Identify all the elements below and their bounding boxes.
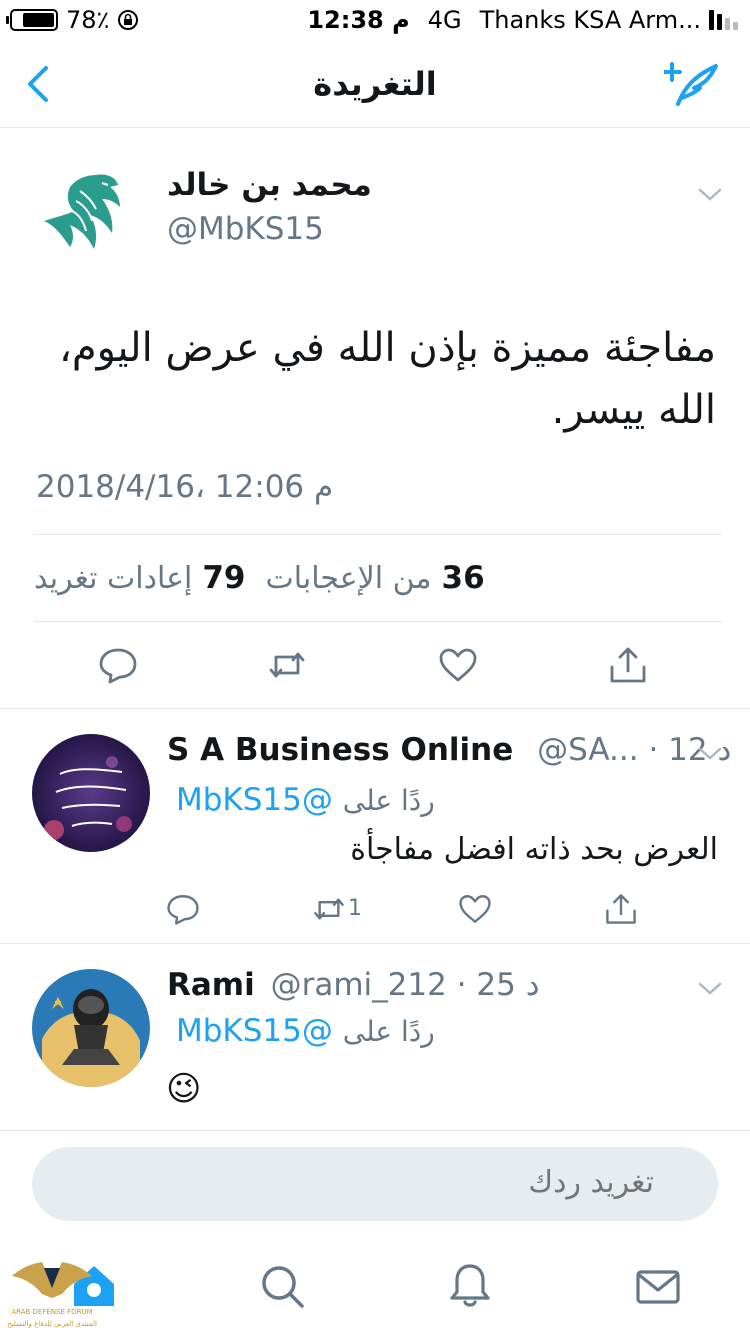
separator-dot: · [648, 732, 669, 768]
reply-header: Rami @rami_212 · 25 د [167, 967, 540, 1003]
retweets-label[interactable]: إعادات تغريد [34, 561, 192, 596]
compose-tweet-icon[interactable] [664, 58, 722, 108]
watermark-line2: المنتدى العربي للدفاع والتسليح [7, 1320, 97, 1328]
reply-text: 😉 [166, 1069, 202, 1109]
likes-count[interactable]: 36 [442, 560, 485, 596]
replying-to-mention[interactable]: @MbKS15 [176, 782, 333, 818]
messages-icon[interactable] [634, 1262, 682, 1310]
replying-to: ردًا على @MbKS15 [176, 1013, 435, 1049]
share-icon[interactable] [604, 892, 638, 926]
tweet-timestamp: 2018/4/16، 12:06 م [36, 469, 334, 505]
network-type: 4G [427, 6, 462, 34]
calligraphy-avatar-image [32, 734, 150, 852]
replying-to-label: ردًا على [342, 784, 435, 817]
signal-icon [709, 10, 738, 30]
clock: 12:38 م [307, 6, 410, 34]
reply-author-handle[interactable]: @SA... [537, 732, 638, 768]
chevron-down-icon[interactable] [697, 746, 723, 762]
replying-to-mention[interactable]: @MbKS15 [176, 1013, 333, 1049]
status-left: 78٪ [6, 6, 139, 34]
share-icon[interactable] [608, 645, 648, 685]
reply-author-name[interactable]: S A Business Online [167, 732, 513, 768]
reply-time: 25 د [476, 967, 540, 1003]
avatar[interactable] [32, 734, 150, 852]
author-name[interactable]: محمد بن خالد [167, 167, 372, 203]
separator-dot: · [456, 967, 477, 1003]
nav-bar: التغريدة [0, 40, 750, 128]
reply-author-handle[interactable]: @rami_212 [271, 967, 447, 1003]
watermark-line1: ARAB DEFENSE FORUM [11, 1308, 92, 1316]
battery-percent: 78٪ [66, 6, 110, 34]
rotation-lock-icon [118, 10, 139, 30]
author-handle[interactable]: @MbKS15 [167, 211, 324, 247]
retweets-count[interactable]: 79 [202, 560, 245, 596]
fighter-pilot-avatar-image [32, 969, 150, 1087]
notifications-icon[interactable] [446, 1262, 494, 1310]
avatar[interactable] [32, 969, 150, 1087]
page-title: التغريدة [313, 64, 437, 103]
like-icon[interactable] [458, 892, 492, 926]
reply-tweet[interactable]: S A Business Online @SA... · 12 د ردًا ع… [0, 710, 750, 944]
retweet-icon[interactable] [267, 645, 307, 685]
eagle-logo-icon [44, 174, 120, 249]
replying-to: ردًا على @MbKS15 [176, 782, 435, 818]
status-bar: 78٪ 12:38 م 4G Thanks KSA Arm... [0, 0, 750, 40]
retweet-count: 1 [348, 896, 362, 921]
like-icon[interactable] [438, 645, 478, 685]
chevron-down-icon[interactable] [697, 187, 723, 203]
tab-bar [0, 1234, 750, 1334]
reply-author-name[interactable]: Rami [167, 967, 255, 1003]
forum-watermark-logo: ARAB DEFENSE FORUM المنتدى العربي للدفاع… [7, 1262, 97, 1328]
carrier-name: Thanks KSA Arm... [479, 6, 701, 34]
back-chevron-icon[interactable] [22, 62, 62, 106]
retweet-icon[interactable] [312, 892, 346, 926]
avatar[interactable] [36, 161, 136, 261]
reply-tweet[interactable]: Rami @rami_212 · 25 د ردًا على @MbKS15 😉 [0, 945, 750, 1131]
tweet-stats: 36 من الإعجابات 79 إعادات تغريد [34, 534, 722, 622]
search-icon[interactable] [258, 1262, 306, 1310]
battery-icon [6, 9, 58, 31]
reply-icon[interactable] [166, 892, 200, 926]
main-tweet: محمد بن خالد @MbKS15 مفاجئة مميزة بإذن ا… [0, 129, 750, 709]
reply-header: S A Business Online @SA... · 12 د [167, 732, 731, 768]
tweet-actions [0, 629, 750, 699]
likes-label[interactable]: من الإعجابات [265, 561, 431, 596]
status-right: 12:38 م 4G Thanks KSA Arm... [307, 6, 738, 34]
reply-input[interactable] [254, 1165, 654, 1200]
replying-to-label: ردًا على [342, 1015, 435, 1048]
reply-text: العرض بحد ذاته افضل مفاجأة [350, 832, 718, 867]
tweet-text: مفاجئة مميزة بإذن الله في عرض اليوم، الل… [59, 325, 716, 433]
reply-icon[interactable] [98, 645, 138, 685]
reply-composer[interactable] [32, 1147, 718, 1221]
chevron-down-icon[interactable] [697, 981, 723, 997]
